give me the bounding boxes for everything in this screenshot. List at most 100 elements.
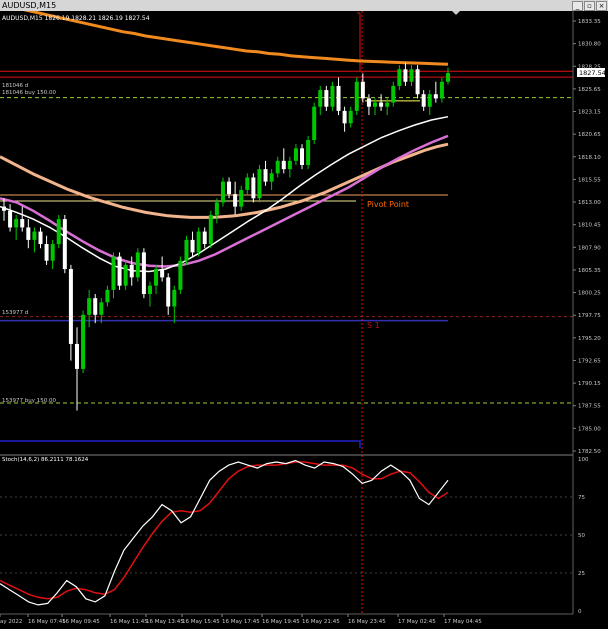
order-153977-label: 153977 buy 150.00 [2,398,56,404]
candle-body [184,239,189,261]
candle-body [263,169,268,182]
candle-body [379,102,384,107]
candle-body [269,173,274,182]
time-tick-label: 16 May 21:45 [302,619,340,625]
candle-body [409,69,414,82]
candle-body [2,206,6,211]
restore-button[interactable]: ▫ [584,1,595,11]
stoch-header: Stoch(14,6,2) 86.2111 78.1624 [2,457,89,463]
stoch-level-label: 25 [578,571,585,577]
current-price-text: 1827.54 [579,69,606,77]
candle-body [202,231,207,245]
candle-body [239,189,244,207]
price-tick-label: 1807.90 [578,245,601,251]
stoch-main-line [0,459,449,606]
time-tick-label: 16 May 11:45 [110,619,148,625]
candle-body [415,69,420,95]
candle-body [99,302,104,315]
candle-body [354,81,359,111]
current-price-marker: 1827.54 [577,68,606,77]
candle-body [214,202,219,215]
candle-body [324,90,329,107]
window-titlebar[interactable]: AUDUSD,M15 _ ▫ × [0,0,608,11]
candle-body [135,252,140,278]
stoch-level-label: 0 [578,609,582,615]
candle-body [293,148,298,161]
price-tick-label: 1785.00 [578,426,601,432]
candle-body [111,256,116,290]
candle-body [257,169,262,199]
time-tick-label: 16 May 07:45 [28,619,66,625]
symbol-info: AUDUSD,M15 1826.19 1828.21 1826.19 1827.… [2,15,150,22]
blue-box-line [0,440,361,448]
s1-label: S 1 [367,321,380,330]
candle-body [397,69,402,86]
close-button[interactable]: × [596,1,607,11]
price-tick-label: 1795.20 [578,336,601,342]
chart-area[interactable]: AUDUSD,M15 1826.19 1828.21 1826.19 1827.… [0,2,608,625]
candle-body [227,181,232,195]
time-tick-label: 17 May 04:45 [444,619,482,625]
price-tick-label: 1787.55 [578,404,601,410]
price-tick-label: 1810.45 [578,223,601,229]
candle-body [87,298,92,315]
price-tick-label: 1800.25 [578,291,601,297]
candle-body [281,160,286,170]
candle-body [220,181,225,203]
candle-body [38,231,43,245]
time-tick-label: 17 May 02:45 [398,619,436,625]
price-tick-label: 1820.65 [578,132,601,138]
candle-body [14,219,19,228]
time-tick-label: 16 May 23:45 [348,619,386,625]
candle-body [300,148,305,165]
price-chart-svg[interactable]: AUDUSD,M15 1826.19 1828.21 1826.19 1827.… [0,2,608,625]
candle-body [178,260,183,290]
order-181046-id: 181046 d [2,83,28,89]
time-tick-label: 16 May 19:45 [262,619,300,625]
candle-body [8,210,13,228]
candle-body [208,214,213,245]
candle-body [287,160,292,170]
candle-body [439,81,444,99]
minimize-button[interactable]: _ [572,1,583,11]
candle-body [147,285,152,295]
candle-body [336,85,341,111]
time-tick-label: 16 May 17:45 [222,619,260,625]
candle-body [446,73,450,82]
candle-body [32,231,37,240]
candle-body [154,269,159,286]
pivot-point-label: Pivot Point [367,200,409,209]
price-tick-label: 1797.75 [578,313,601,319]
candle-body [385,102,390,107]
price-tick-label: 1833.35 [578,19,601,25]
candle-body [74,343,79,369]
candle-body [141,252,146,295]
candle-body [360,81,365,99]
stoch-level-label: 75 [578,495,585,501]
stoch-level-label: 50 [578,533,585,539]
price-tick-label: 1818.10 [578,155,601,161]
time-tick-label: 16 May 13:45 [146,619,184,625]
price-tick-label: 1813.00 [578,200,601,206]
candle-body [433,94,438,99]
price-tick-label: 1792.65 [578,358,601,364]
candle-body [160,269,165,278]
candle-body [56,219,61,245]
candle-body [93,298,98,315]
candle-body [166,277,171,307]
candle-body [50,244,55,261]
stoch-level-label: 100 [578,457,589,463]
candle-body [123,264,128,286]
candle-body [190,239,195,253]
price-tick-label: 1790.15 [578,381,601,387]
chart-shift-marker-icon[interactable] [452,11,460,15]
candle-body [81,314,86,369]
candle-body [421,94,426,107]
candle-body [366,98,371,107]
price-tick-label: 1825.65 [578,87,601,93]
price-tick-label: 1830.80 [578,42,601,48]
candle-body [251,177,256,199]
candle-body [62,219,67,270]
candle-body [172,289,177,307]
candle-body [306,140,311,165]
